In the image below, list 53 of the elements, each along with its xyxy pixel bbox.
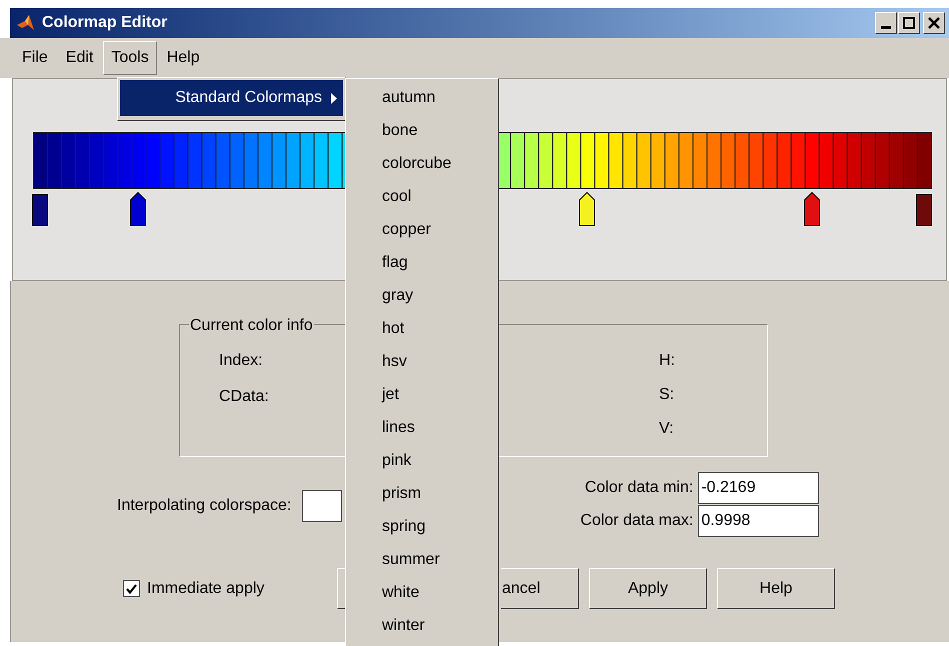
menu-item[interactable]: spring (346, 510, 426, 543)
field-label: Color data max: (580, 511, 694, 531)
menu-item[interactable]: File (14, 41, 56, 75)
menu-item[interactable]: Edit (58, 41, 102, 75)
node-marker-icon[interactable] (579, 192, 595, 226)
field-label: Color data min: (584, 478, 694, 498)
menu-item[interactable]: Help (158, 41, 208, 75)
menu-item[interactable]: hsv (346, 345, 407, 378)
menu-item[interactable]: autumn (346, 81, 436, 114)
menu-item[interactable]: winter (346, 609, 425, 642)
menu-item[interactable]: hot (346, 312, 404, 345)
info-label: Index: (219, 351, 263, 371)
push-button[interactable]: Apply (589, 568, 707, 609)
menu-item[interactable]: cool (346, 180, 412, 213)
menu-item[interactable]: pink (346, 444, 412, 477)
info-label: CData: (219, 387, 269, 407)
cancel-button[interactable]: ancel (501, 568, 579, 609)
immediate-apply-label: Immediate apply (147, 578, 264, 598)
app-logo-icon (16, 13, 36, 33)
menu-item[interactable]: bone (346, 114, 418, 147)
close-icon (928, 17, 940, 29)
end-marker-icon[interactable] (32, 192, 48, 226)
immediate-apply-checkbox[interactable] (123, 580, 140, 597)
menu-item[interactable]: prism (346, 477, 422, 510)
checkmark-icon (126, 584, 137, 594)
end-marker-icon[interactable] (916, 192, 932, 226)
info-label: V: (659, 419, 674, 439)
menu-item[interactable]: summer (346, 543, 440, 576)
minimize-icon (881, 26, 891, 29)
menu-item[interactable]: white (346, 576, 420, 609)
colorspace-dropdown[interactable] (302, 490, 342, 522)
menu-item[interactable]: flag (346, 246, 408, 279)
colorspace-label: Interpolating colorspace: (117, 496, 292, 516)
menu-item[interactable]: colorcube (346, 147, 452, 180)
menu-item[interactable]: jet (346, 378, 399, 411)
info-label: H: (659, 351, 675, 371)
node-marker-icon[interactable] (804, 192, 820, 226)
menu-item[interactable]: lines (346, 411, 415, 444)
menu-item[interactable]: Tools (103, 41, 157, 75)
push-button[interactable]: Help (717, 568, 835, 609)
submenu-arrow-icon (331, 92, 337, 104)
info-label: S: (659, 385, 674, 405)
menu-item[interactable]: copper (346, 213, 431, 246)
menu-item[interactable]: gray (346, 279, 414, 312)
minimize-button[interactable] (875, 12, 897, 34)
value-field[interactable]: -0.2169 (698, 472, 820, 504)
value-field[interactable]: 0.9998 (698, 505, 820, 537)
maximize-button[interactable] (898, 12, 920, 34)
menu-item[interactable]: Standard Colormaps (120, 80, 343, 116)
window-title: Colormap Editor (42, 13, 168, 33)
node-marker-icon[interactable] (130, 192, 146, 226)
maximize-icon (903, 17, 915, 29)
close-button[interactable] (923, 12, 945, 34)
